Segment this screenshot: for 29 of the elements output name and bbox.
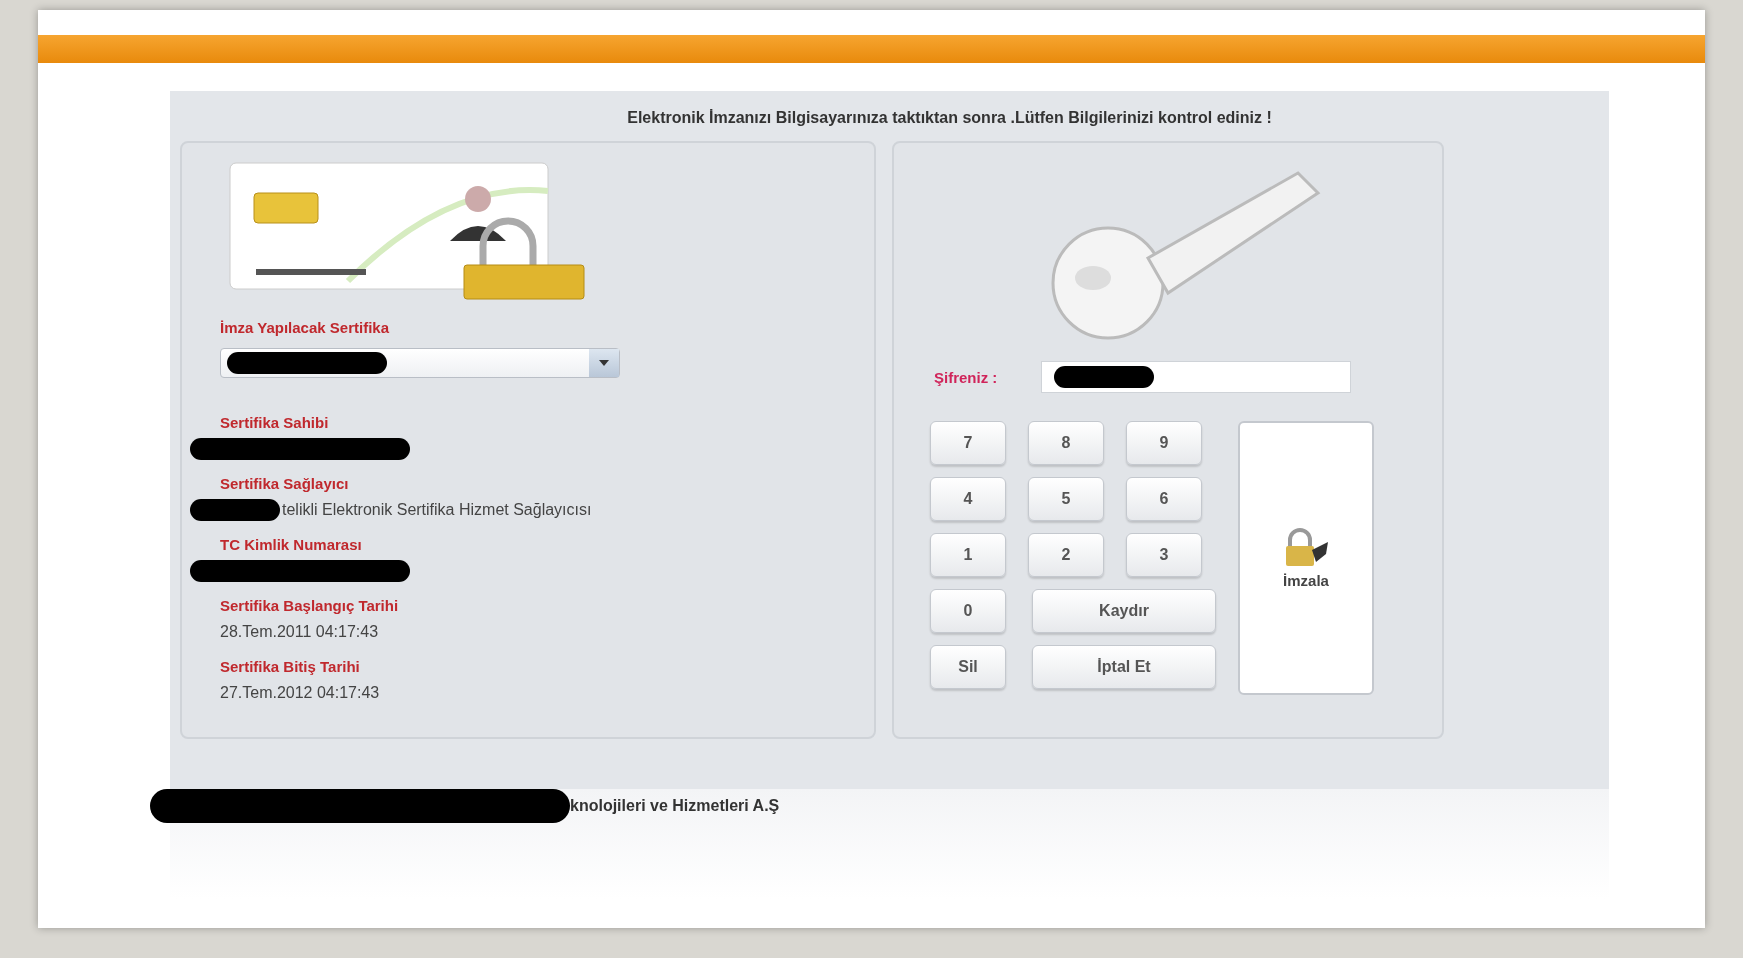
keypad-button[interactable]: 5 [1028, 477, 1104, 521]
field-label: İmza Yapılacak Sertifika [220, 319, 390, 336]
keypad-button[interactable]: 8 [1028, 421, 1104, 465]
field-label: Sertifika Bitiş Tarihi [220, 658, 361, 675]
instruction-text: Elektronik İmzanızı Bilgisayarınıza taktıktan sonra .Lütfen Bilgilerinizi kontrol ediniz ! [626, 109, 1273, 127]
keypad-button[interactable]: 3 [1126, 533, 1202, 577]
keypad-button[interactable]: İptal Et [1032, 645, 1216, 689]
password-label: Şifreniz : [934, 368, 998, 386]
field-label: TC Kimlik Numarası [220, 536, 363, 553]
keypad-button[interactable]: 7 [930, 421, 1006, 465]
keypad-button[interactable]: 0 [930, 589, 1006, 633]
keypad-button[interactable]: 6 [1126, 477, 1202, 521]
sign-button[interactable]: İmzala [1238, 421, 1374, 695]
footer-text: knolojileri ve Hizmetleri A.Ş [570, 797, 780, 815]
keypad-button[interactable]: 9 [1126, 421, 1202, 465]
keypad-button[interactable]: Sil [930, 645, 1006, 689]
keypad-button[interactable]: Kaydır [1032, 589, 1216, 633]
keypad-button[interactable]: 1 [930, 533, 1006, 577]
caret-icon [599, 360, 609, 366]
keypad-button[interactable]: 4 [930, 477, 1006, 521]
field-value: telikli Elektronik Sertifika Hizmet Sağlayıcısı [282, 501, 592, 519]
field-label: Sertifika Sağlayıcı [220, 475, 350, 492]
field-value: 27.Tem.2012 04:17:43 [220, 684, 380, 702]
keypad-button[interactable]: 2 [1028, 533, 1104, 577]
field-label: Sertifika Başlangıç Tarihi [220, 597, 400, 614]
password-field[interactable] [1041, 361, 1352, 393]
field-value: 28.Tem.2011 04:17:43 [220, 623, 379, 641]
field-label: Sertifika Sahibi [220, 414, 330, 431]
certificate-dropdown[interactable] [220, 348, 620, 378]
